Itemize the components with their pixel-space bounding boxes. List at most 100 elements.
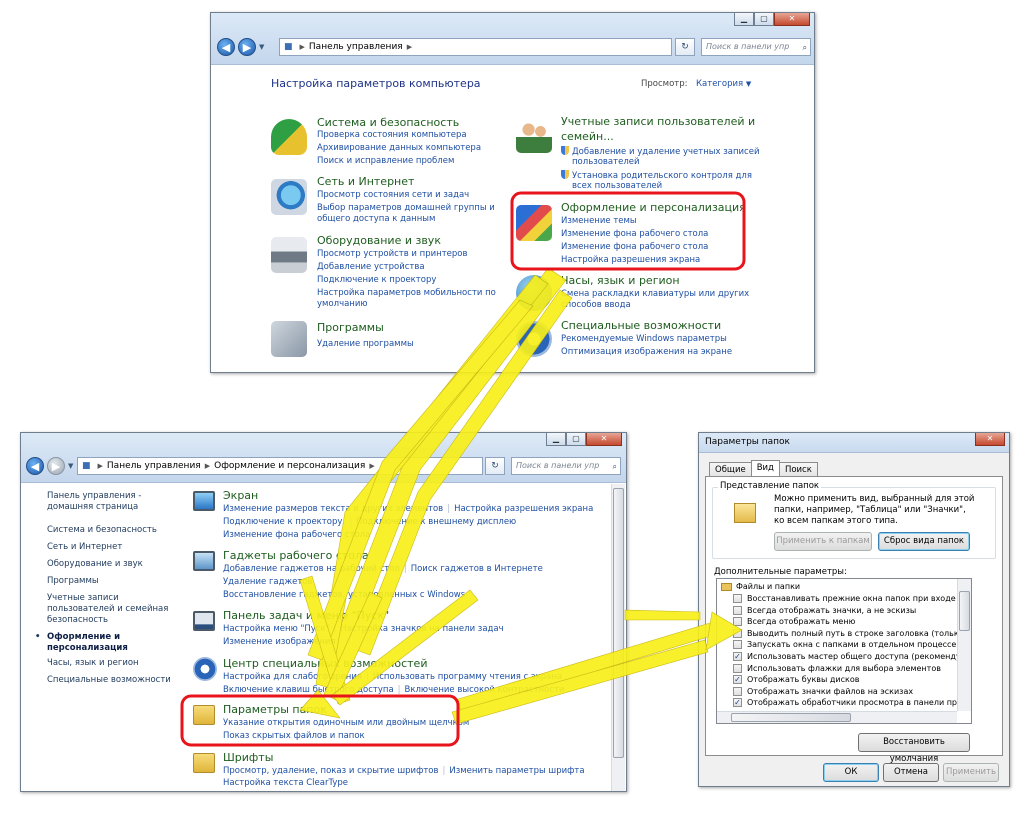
refresh-button[interactable]: ↻	[485, 457, 505, 475]
section-link[interactable]: Изменение размеров текста и других элеме…	[223, 504, 443, 514]
category-title-cont[interactable]: семейн...	[561, 130, 614, 143]
sidebar-item-home-cont[interactable]: домашняя страница	[47, 502, 138, 513]
option-checkbox[interactable]	[733, 640, 742, 650]
category-link[interactable]: Настройка параметров мобильности по	[317, 288, 496, 298]
section-link[interactable]: Показ скрытых файлов и папок	[223, 731, 365, 741]
address-bar[interactable]: ■ ▶ Панель управления ▶	[279, 38, 672, 56]
refresh-button[interactable]: ↻	[675, 38, 695, 56]
sidebar-item-home[interactable]: Панель управления -	[47, 491, 141, 502]
category-link[interactable]: Смена раскладки клавиатуры или других	[561, 289, 749, 299]
sidebar-item-appearance-cont[interactable]: персонализация	[47, 643, 128, 654]
forward-button[interactable]: ▶	[238, 38, 256, 56]
option-row[interactable]: ✓ Отображать буквы дисков	[733, 674, 859, 685]
category-title[interactable]: Сеть и Интернет	[317, 175, 414, 188]
section-link[interactable]: Подключение к внешнему дисплею	[356, 517, 516, 527]
breadcrumb-appearance[interactable]: Оформление и персонализация	[214, 461, 365, 471]
minimize-button[interactable]: ▁	[734, 13, 754, 26]
advanced-settings-tree[interactable]: Файлы и папки Восстанавливать прежние ок…	[716, 578, 972, 724]
sidebar-item-users[interactable]: Учетные записи	[47, 593, 119, 604]
close-button[interactable]: ✕	[586, 433, 622, 446]
section-link[interactable]: Удаление гаджетов	[223, 577, 313, 587]
tree-vertical-scrollbar[interactable]	[957, 579, 971, 711]
section-link[interactable]: Поиск гаджетов в Интернете	[411, 564, 543, 574]
option-row[interactable]: ✓ Использовать мастер общего доступа (рек…	[733, 651, 970, 662]
section-link[interactable]: Просмотр, удаление, показ и скрытие шриф…	[223, 766, 439, 776]
breadcrumb-control-panel[interactable]: Панель управления	[309, 42, 403, 52]
category-link[interactable]: Проверка состояния компьютера	[317, 130, 467, 140]
sidebar-item-network[interactable]: Сеть и Интернет	[47, 542, 122, 553]
scrollbar-thumb[interactable]	[613, 488, 624, 758]
cancel-button[interactable]: Отмена	[883, 763, 939, 782]
option-checkbox[interactable]	[733, 617, 742, 627]
category-title[interactable]: Оборудование и звук	[317, 234, 441, 247]
section-title[interactable]: Экран	[223, 489, 258, 502]
section-link[interactable]: Восстановление гаджетов, установленных с…	[223, 590, 465, 600]
search-icon[interactable]: ⌕	[613, 459, 617, 474]
category-link[interactable]: умолчанию	[317, 299, 368, 309]
section-title[interactable]: Центр специальных возможностей	[223, 657, 427, 670]
forward-button[interactable]: ▶	[47, 457, 65, 475]
option-checkbox[interactable]: ✓	[733, 675, 742, 685]
category-link[interactable]: всех пользователей	[572, 181, 662, 191]
reset-folders-button[interactable]: Сброс вида папок	[878, 532, 970, 551]
section-link[interactable]: Изменение фона рабочего стола	[223, 530, 370, 540]
view-selector[interactable]: Категория ▼	[696, 79, 751, 89]
search-input[interactable]: Поиск в панели упр ⌕	[511, 457, 621, 475]
section-title[interactable]: Гаджеты рабочего стола	[223, 549, 369, 562]
option-checkbox[interactable]	[733, 686, 742, 696]
close-button[interactable]: ✕	[975, 433, 1005, 446]
category-link[interactable]: Настройка разрешения экрана	[561, 255, 700, 265]
sidebar-item-appearance[interactable]: Оформление и	[47, 632, 120, 643]
option-checkbox[interactable]	[733, 663, 742, 673]
option-checkbox[interactable]: ✓	[733, 652, 742, 661]
section-title[interactable]: Параметры папок	[223, 703, 327, 716]
section-link[interactable]: Изменение изображения	[223, 637, 336, 647]
option-row[interactable]: Всегда отображать меню	[733, 616, 855, 627]
section-link[interactable]: Включение клавиш быстрого доступа	[223, 685, 394, 695]
section-link[interactable]: Использовать программу чтения с экрана	[373, 672, 562, 682]
section-link[interactable]: Указание открытия одиночным или двойным …	[223, 718, 469, 728]
category-link[interactable]: Установка родительского контроля для	[561, 170, 752, 181]
category-link[interactable]: Просмотр устройств и принтеров	[317, 249, 467, 259]
chevron-down-icon[interactable]: ▼	[68, 462, 73, 470]
option-checkbox[interactable]	[733, 628, 742, 638]
category-link[interactable]: Изменение темы	[561, 216, 637, 226]
category-title[interactable]: Часы, язык и регион	[561, 274, 680, 287]
ok-button[interactable]: ОК	[823, 763, 879, 782]
scrollbar-thumb[interactable]	[959, 591, 970, 631]
category-link[interactable]: общего доступа к данным	[317, 214, 435, 224]
chevron-down-icon[interactable]: ▼	[259, 43, 264, 51]
category-link[interactable]: Добавление устройства	[317, 262, 425, 272]
section-title[interactable]: Шрифты	[223, 751, 273, 764]
section-link[interactable]: Настройка для слабого зрения	[223, 672, 362, 682]
category-title[interactable]: Специальные возможности	[561, 319, 721, 332]
minimize-button[interactable]: ▁	[546, 433, 566, 446]
back-button[interactable]: ◀	[217, 38, 235, 56]
option-row[interactable]: Всегда отображать значки, а не эскизы	[733, 605, 916, 616]
sidebar-item-hardware[interactable]: Оборудование и звук	[47, 559, 143, 570]
tree-root[interactable]: Файлы и папки	[721, 581, 800, 592]
category-title[interactable]: Система и безопасность	[317, 116, 459, 129]
section-link[interactable]: Подключение к проектору.	[223, 517, 345, 527]
category-link[interactable]: Оптимизация изображения на экране	[561, 347, 732, 357]
section-link[interactable]: Добавление гаджетов на рабочий стол	[223, 564, 400, 574]
search-icon[interactable]: ⌕	[803, 40, 807, 55]
option-row[interactable]: Запускать окна с папками в отдельном про…	[733, 639, 956, 650]
category-title[interactable]: Учетные записи пользователей и	[561, 115, 755, 128]
option-checkbox[interactable]	[733, 594, 742, 603]
sidebar-item-programs[interactable]: Программы	[47, 576, 99, 587]
category-link[interactable]: способов ввода	[561, 300, 631, 310]
tree-horizontal-scrollbar[interactable]	[717, 711, 957, 723]
category-link[interactable]: Выбор параметров домашней группы и	[317, 203, 495, 213]
category-link[interactable]: Просмотр состояния сети и задач	[317, 190, 469, 200]
maximize-button[interactable]: ▢	[566, 433, 586, 446]
sidebar-item-access[interactable]: Специальные возможности	[47, 675, 171, 686]
section-link[interactable]: Настройка разрешения экрана	[454, 504, 593, 514]
sidebar-item-clock[interactable]: Часы, язык и регион	[47, 658, 139, 669]
section-link[interactable]: Настройка меню "Пуск"	[223, 624, 330, 634]
search-input[interactable]: Поиск в панели упр ⌕	[701, 38, 811, 56]
category-link[interactable]: Удаление программы	[317, 339, 414, 349]
option-checkbox[interactable]: ✓	[733, 698, 742, 708]
category-link[interactable]: Добавление и удаление учетных записей	[561, 146, 759, 157]
option-row[interactable]: Отображать значки файлов на эскизах	[733, 686, 913, 697]
